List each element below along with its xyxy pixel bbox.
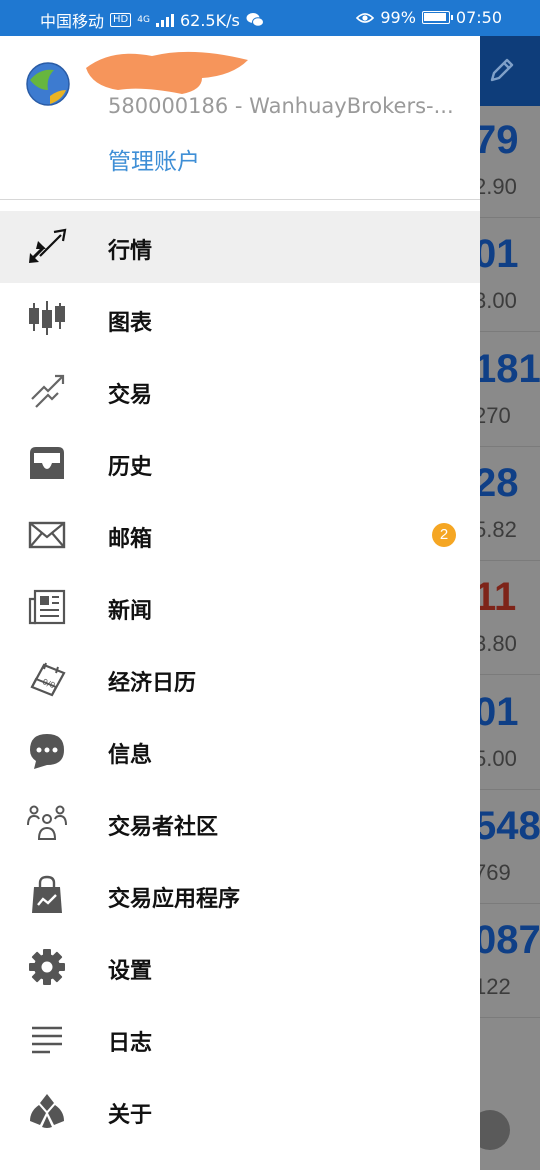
background-quote-row: 548 769 (480, 790, 540, 904)
menu-item-label: 交易应用程序 (108, 887, 241, 912)
background-quote-price: 087 (480, 918, 540, 963)
menu-item-trade[interactable]: 交易 (0, 355, 480, 427)
background-quote-row: 087 122 (480, 904, 540, 1019)
carrier-name: 中国移动 (40, 12, 105, 31)
account-header: 580000186 - WanhuayBrokers-... 管理账户 (0, 36, 480, 200)
account-number: 580000186 - WanhuayBrokers-... (108, 94, 454, 118)
quotes-arrows-icon (29, 228, 67, 263)
menu-item-traders-community[interactable]: 交易者社区 (0, 787, 480, 859)
background-quote-price: 11 (480, 575, 517, 620)
gear-icon (29, 949, 65, 985)
background-quote-row: 79 2.90 (480, 104, 540, 218)
menu-item-mailbox[interactable]: 邮箱 2 (0, 499, 480, 571)
background-quote-price: 79 (480, 118, 519, 162)
menu-item-news[interactable]: 新闻 (0, 571, 480, 643)
menu-item-messages[interactable]: 信息 (0, 715, 480, 787)
menu-item-label: 交易 (108, 383, 153, 408)
menu-item-settings[interactable]: 设置 (0, 931, 480, 1003)
background-quote-secondary: 5.00 (480, 745, 517, 771)
trade-trend-icon (31, 374, 65, 408)
clock: 07:50 (455, 8, 502, 27)
menu-item-label: 图表 (108, 311, 153, 336)
menu-item-label: 信息 (108, 743, 153, 768)
menu-item-about[interactable]: 关于 (0, 1075, 480, 1147)
background-quote-secondary: 3.00 (480, 288, 517, 314)
background-quote-secondary: 5.82 (480, 516, 517, 542)
app-bag-icon (32, 875, 62, 913)
menu-item-label: 交易者社区 (108, 815, 219, 840)
edit-pencil-icon (490, 58, 514, 82)
network-speed: 62.5K/s (179, 10, 240, 30)
background-quote-row: 181 270 (480, 333, 540, 447)
background-floating-button (480, 1110, 510, 1150)
menu-item-label: 行情 (108, 239, 153, 264)
background-quote-row: 01 3.00 (480, 218, 540, 333)
background-quote-row: 11 3.80 (480, 561, 540, 676)
background-quote-row: 28 5.82 (480, 447, 540, 561)
hd-indicator: HD (110, 13, 132, 27)
background-quote-price: 01 (480, 689, 519, 734)
network-type: 4G (137, 14, 150, 25)
status-bar: 中国移动 HD 4G 62.5K/s 99% 07:50 (0, 0, 540, 36)
redacted-name-scribble (86, 51, 248, 94)
battery-icon (421, 11, 453, 24)
menu-item-label: 新闻 (108, 599, 153, 624)
signal-strength-icon (155, 13, 174, 27)
menu-item-label: 设置 (108, 959, 153, 984)
chat-bubble-icon (30, 734, 64, 769)
mail-envelope-icon (28, 521, 66, 549)
background-quote-price: 181 (480, 346, 540, 391)
battery-percent: 99% (380, 8, 416, 27)
journal-lines-icon (32, 1026, 62, 1054)
background-quote-secondary: 769 (480, 859, 511, 885)
calendar-icon: 0/0 (30, 662, 66, 697)
svg-text:0/0: 0/0 (41, 677, 56, 690)
background-quote-price: 01 (480, 232, 519, 277)
manage-accounts-link[interactable]: 管理账户 (108, 142, 200, 176)
navigation-drawer: 580000186 - WanhuayBrokers-... 管理账户 行情 图… (0, 36, 480, 1170)
wechat-icon (246, 13, 264, 27)
candlestick-chart-icon (29, 301, 65, 335)
menu-item-journal[interactable]: 日志 (0, 1003, 480, 1075)
menu-item-economic-calendar[interactable]: 0/0 经济日历 (0, 643, 480, 715)
background-quotes-screen: 79 2.90 01 3.00 181 270 28 5.82 11 3.80 01 5.00 548 7… (480, 36, 540, 1170)
news-paper-icon (28, 589, 66, 625)
metatrader-logo-icon (26, 62, 70, 106)
background-quote-secondary: 122 (480, 974, 511, 1000)
history-inbox-icon (30, 447, 64, 479)
status-bar-right: 99% 07:50 (356, 8, 502, 27)
menu-item-label: 邮箱 (108, 527, 153, 552)
menu-item-label: 关于 (108, 1103, 153, 1128)
background-quote-price: 28 (480, 460, 519, 505)
menu-item-label: 历史 (108, 455, 153, 480)
menu-item-label: 经济日历 (108, 671, 197, 696)
status-bar-left: 中国移动 HD 4G 62.5K/s (40, 8, 264, 32)
background-quote-secondary: 270 (480, 402, 511, 428)
background-quote-secondary: 3.80 (480, 631, 517, 657)
drawer-menu: 行情 图表 交易 历史 邮箱 2 新闻 0/0 经济日历 信息 交易者社区 交易… (0, 211, 480, 1147)
eye-icon (356, 12, 375, 23)
menu-item-quotes[interactable]: 行情 (0, 211, 480, 283)
background-quote-price: 548 (480, 803, 540, 848)
background-quote-row: 01 5.00 (480, 676, 540, 790)
community-people-icon (27, 805, 67, 840)
menu-item-history[interactable]: 历史 (0, 427, 480, 499)
unread-count-badge: 2 (432, 523, 456, 547)
background-quote-secondary: 2.90 (480, 174, 517, 199)
background-toolbar (480, 36, 540, 106)
menu-item-trading-apps[interactable]: 交易应用程序 (0, 859, 480, 931)
menu-item-charts[interactable]: 图表 (0, 283, 480, 355)
about-logo-icon (30, 1094, 64, 1128)
menu-item-label: 日志 (108, 1031, 153, 1056)
